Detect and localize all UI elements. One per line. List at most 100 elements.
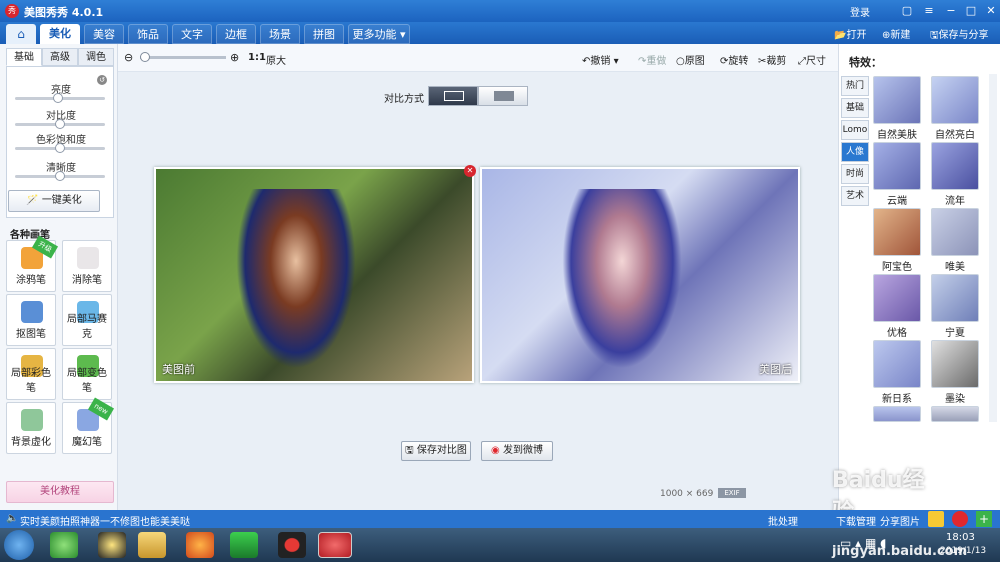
sharpness-knob[interactable]	[55, 171, 65, 181]
effect-category-art[interactable]: 艺术	[841, 186, 869, 206]
local-recolor-pen-tool[interactable]: 局部变色笔	[62, 348, 112, 400]
new-button[interactable]: ⊕新建	[882, 26, 910, 41]
tab-border[interactable]: 边框	[216, 24, 256, 44]
exif-icon[interactable]: EXIF	[718, 488, 746, 498]
effect-thumb[interactable]	[931, 208, 979, 256]
close-compare-icon[interactable]: ✕	[464, 165, 476, 177]
add-icon[interactable]: +	[976, 511, 992, 527]
compare-stacked-button[interactable]	[478, 86, 528, 106]
meitu-taskbar-icon[interactable]	[318, 532, 352, 558]
effect-category-basic[interactable]: 基础	[841, 98, 869, 118]
contrast-knob[interactable]	[55, 119, 65, 129]
resize-button[interactable]: ⤢尺寸	[798, 52, 826, 67]
tab-more[interactable]: 更多功能 ▾	[348, 24, 410, 44]
batch-process-link[interactable]: 批处理	[768, 513, 798, 528]
effect-thumb[interactable]	[873, 76, 921, 124]
after-caption: 美图后	[759, 363, 792, 376]
rotate-button[interactable]: ⟳旋转	[720, 52, 748, 67]
firefox-icon[interactable]	[186, 532, 214, 558]
effect-category-fashion[interactable]: 时尚	[841, 164, 869, 184]
tab-accessories[interactable]: 饰品	[128, 24, 168, 44]
brightness-slider[interactable]	[15, 93, 105, 103]
effect-thumb[interactable]	[931, 274, 979, 322]
star-icon[interactable]	[928, 511, 944, 527]
save-share-button[interactable]: 🖫保存与分享	[930, 26, 989, 45]
redo-button[interactable]: ↷重做	[638, 52, 666, 67]
effect-thumb[interactable]	[873, 142, 921, 190]
effect-thumb[interactable]	[873, 340, 921, 388]
actual-size-ratio[interactable]: 1:1	[248, 52, 266, 63]
original-size-label[interactable]: 原大	[266, 52, 286, 67]
doodle-pen-tool[interactable]: 升级 涂鸦笔	[6, 235, 59, 292]
recorder-icon[interactable]	[278, 532, 306, 558]
effect-thumb[interactable]	[931, 142, 979, 190]
effect-category-lomo[interactable]: Lomo	[841, 120, 869, 140]
effect-thumb[interactable]	[931, 406, 979, 422]
download-manager-link[interactable]: 下载管理	[836, 513, 876, 528]
beautify-tutorial-button[interactable]: 美化教程	[6, 481, 114, 503]
eraser-label: 消除笔	[72, 275, 102, 286]
zoom-slider[interactable]	[140, 52, 226, 62]
local-mosaic-tool[interactable]: 局部马赛克	[62, 294, 112, 346]
video-app-icon[interactable]	[230, 532, 258, 558]
effect-thumb[interactable]	[873, 274, 921, 322]
cutout-pen-tool[interactable]: 抠图笔	[6, 294, 56, 346]
saturation-slider[interactable]	[15, 143, 105, 153]
menu-icon[interactable]: ≡	[920, 3, 938, 19]
effect-thumb[interactable]	[873, 208, 921, 256]
zoom-in-icon[interactable]: ⊕	[230, 51, 239, 64]
new-label: 新建	[890, 30, 911, 41]
sharpness-slider[interactable]	[15, 171, 105, 181]
effect-thumb[interactable]	[931, 340, 979, 388]
share-image-link[interactable]: 分享图片	[880, 513, 920, 528]
effect-thumb[interactable]	[873, 406, 921, 422]
tab-scene[interactable]: 场景	[260, 24, 300, 44]
speaker-icon: 🔈	[6, 513, 19, 524]
start-button-icon[interactable]	[4, 530, 34, 560]
effect-thumb[interactable]	[931, 76, 979, 124]
tab-beauty[interactable]: 美容	[84, 24, 124, 44]
tab-collage[interactable]: 拼图	[304, 24, 344, 44]
effect-category-hot[interactable]: 热门	[841, 76, 869, 96]
status-message[interactable]: 实时美颜拍照神器一不修图也能美美哒	[20, 513, 190, 528]
tab-text[interactable]: 文字	[172, 24, 212, 44]
subtab-basic[interactable]: 基础	[6, 48, 42, 66]
weibo-status-icon[interactable]	[952, 511, 968, 527]
subtab-color[interactable]: 调色	[78, 48, 114, 66]
message-icon[interactable]: ▢	[898, 3, 916, 19]
contrast-slider[interactable]	[15, 119, 105, 129]
original-image-button[interactable]: ○原图	[676, 52, 705, 67]
effect-label: 云端	[887, 196, 907, 207]
tab-beautify[interactable]: 美化	[40, 24, 80, 44]
crop-button[interactable]: ✂裁剪	[758, 52, 786, 67]
explorer-icon[interactable]	[138, 532, 166, 558]
open-button[interactable]: 📂打开	[834, 26, 866, 41]
effect-category-portrait[interactable]: 人像	[841, 142, 869, 162]
eraser-tool[interactable]: 消除笔	[62, 240, 112, 292]
save-comparison-button[interactable]: 🖫 保存对比图	[401, 441, 471, 461]
home-icon[interactable]: ⌂	[6, 24, 36, 44]
app-icon-green[interactable]	[50, 532, 78, 558]
local-color-pen-tool[interactable]: 局部彩色笔	[6, 348, 56, 400]
saturation-knob[interactable]	[55, 143, 65, 153]
effect-label: 自然美肤	[877, 130, 917, 141]
effects-scrollbar[interactable]	[989, 74, 997, 422]
zoom-knob[interactable]	[140, 52, 150, 62]
magic-pen-tool[interactable]: new 魔幻笔	[62, 397, 115, 454]
one-click-beautify-button[interactable]: 🪄 一键美化	[8, 190, 100, 212]
subtab-advanced[interactable]: 高级	[42, 48, 78, 66]
after-image: 美图后	[480, 167, 800, 383]
background-blur-tool[interactable]: 背景虚化	[6, 402, 56, 454]
undo-button[interactable]: ↶撤销 ▾	[582, 52, 619, 67]
compare-side-by-side-button[interactable]	[428, 86, 478, 106]
login-link[interactable]: 登录	[850, 4, 870, 19]
qq-icon[interactable]	[98, 532, 126, 558]
close-icon[interactable]: ✕	[982, 3, 1000, 19]
maximize-icon[interactable]: □	[962, 3, 980, 19]
image-dimensions: 1000 × 669	[660, 489, 714, 499]
compare-mode-label: 对比方式	[384, 94, 424, 105]
minimize-icon[interactable]: −	[942, 3, 960, 19]
brightness-knob[interactable]	[53, 93, 63, 103]
zoom-out-icon[interactable]: ⊖	[124, 51, 133, 64]
share-weibo-button[interactable]: ◉ 发到微博	[481, 441, 553, 461]
